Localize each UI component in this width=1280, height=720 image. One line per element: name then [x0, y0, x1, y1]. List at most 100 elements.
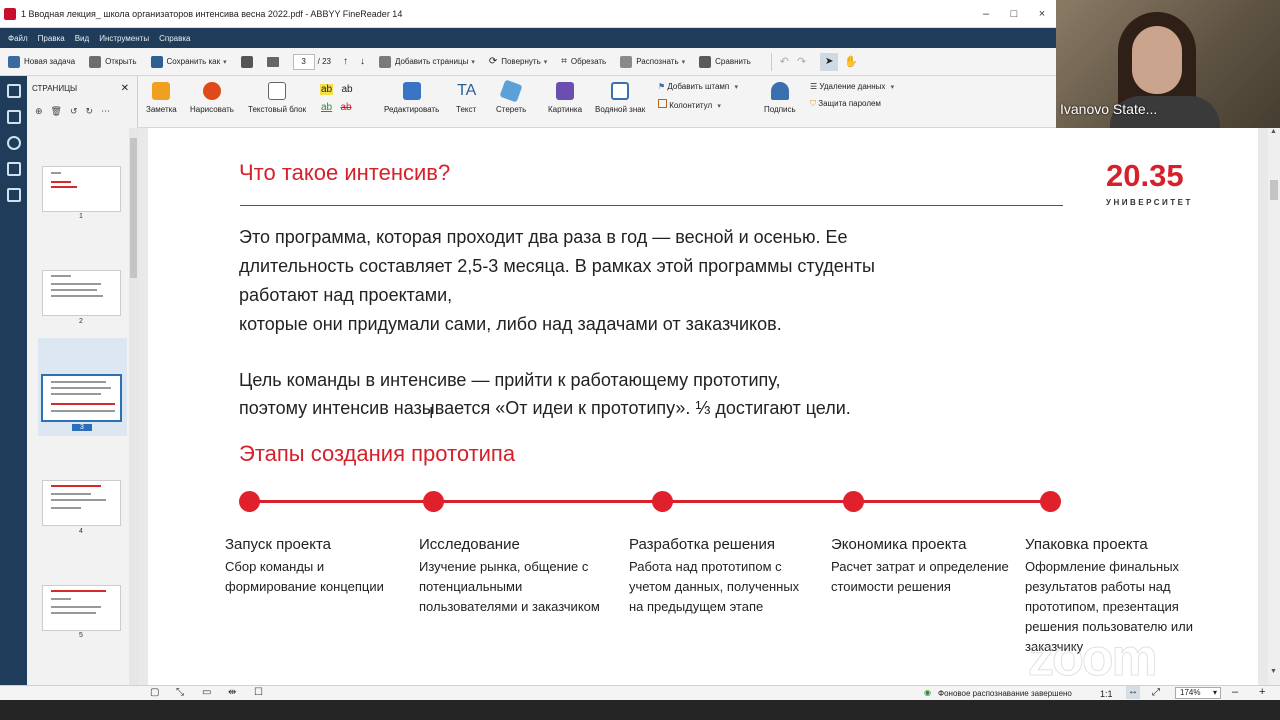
page-navigator: 3 / 23 ↑ ↓	[292, 53, 365, 70]
menu-edit[interactable]: Правка	[38, 34, 65, 43]
page-thumbnail-3[interactable]	[41, 374, 122, 422]
menu-file[interactable]: Файл	[8, 34, 28, 43]
print-icon[interactable]	[240, 55, 253, 68]
stage-description: Изучение рынка, общение с потенциальными…	[419, 559, 600, 614]
search-icon[interactable]	[6, 136, 21, 150]
signatures-icon[interactable]	[6, 188, 21, 202]
folder-icon	[89, 55, 102, 68]
select-pointer-icon[interactable]: ➤	[820, 52, 839, 71]
participant-video[interactable]: Ivanovo State...	[1056, 0, 1280, 128]
slide-title: Что такое интенсив?	[239, 160, 451, 185]
highlight-tools[interactable]: ab ab ab ab	[320, 81, 353, 117]
page-view-icon[interactable]: ▢	[150, 687, 159, 698]
continuous-icon[interactable]: ⇹	[228, 687, 236, 698]
ocr-status: Фоновое распознавание завершено	[938, 689, 1072, 698]
chevron-down-icon[interactable]: ▾	[544, 58, 548, 66]
menu-view[interactable]: Вид	[75, 34, 89, 43]
recognize-icon	[620, 55, 633, 68]
signature-tool[interactable]: Подпись	[764, 82, 796, 114]
scroll-up-icon[interactable]: ▲	[1270, 128, 1277, 135]
redo-icon[interactable]: ↷	[797, 55, 806, 68]
new-task-button[interactable]: Новая задача	[8, 55, 75, 68]
header-footer-button[interactable]: Колонтитул ▾	[658, 99, 738, 110]
signature-icon	[770, 82, 789, 100]
goal-line: Цель команды в интенсиве — прийти к рабо…	[239, 370, 781, 390]
menu-tools[interactable]: Инструменты	[99, 34, 149, 43]
page-thumbnail-2[interactable]	[42, 270, 121, 316]
scrollbar-thumb[interactable]	[130, 138, 137, 278]
page-thumbnail-1[interactable]	[42, 166, 121, 212]
email-icon[interactable]	[266, 56, 279, 67]
pages-panel-icon[interactable]	[6, 84, 21, 98]
more-options-icon[interactable]: ⋯	[101, 106, 110, 117]
rotate-right-icon[interactable]: ↻	[86, 106, 94, 117]
add-pages-button[interactable]: Добавить страницы ▾	[378, 55, 475, 68]
rotate-button[interactable]: ⟳ Повернуть ▾	[489, 56, 547, 67]
text-block-tool[interactable]: Текстовый блок	[248, 82, 306, 114]
fit-page-icon[interactable]: ⤡	[176, 687, 184, 698]
erase-tool[interactable]: Стереть	[496, 79, 526, 114]
page-number-input[interactable]: 3	[292, 53, 315, 70]
document-scrollbar[interactable]: ▲ ▼	[1268, 128, 1280, 685]
recognize-button[interactable]: Распознать ▾	[620, 55, 686, 68]
edit-tool[interactable]: Редактировать	[384, 82, 439, 114]
picture-tool[interactable]: Картинка	[548, 82, 582, 114]
open-button[interactable]: Открыть	[89, 55, 137, 68]
timeline-dot	[1040, 491, 1061, 512]
two-pages-icon[interactable]: ▭	[202, 687, 211, 698]
draw-tool[interactable]: Нарисовать	[190, 82, 234, 114]
chevron-down-icon[interactable]: ▾	[471, 58, 475, 66]
actual-size-button[interactable]: 1:1	[1100, 689, 1113, 699]
pages-panel-scrollbar[interactable]	[129, 128, 138, 685]
crop-button[interactable]: ⌗ Обрезать	[561, 56, 606, 67]
bookmarks-icon[interactable]	[6, 110, 21, 124]
zoom-select[interactable]: 174% ▾	[1175, 687, 1221, 699]
underline-text-icon[interactable]: ab ab	[320, 99, 353, 117]
participant-name: Ivanovo State...	[1060, 101, 1158, 117]
picture-icon	[556, 82, 575, 100]
highlight-text-icon[interactable]: ab ab	[320, 81, 353, 99]
arrow-up-icon[interactable]: ↑	[343, 56, 348, 67]
check-circle-icon: ◉	[924, 688, 931, 697]
chevron-down-icon[interactable]: ▾	[682, 58, 686, 66]
menu-bar: Файл Правка Вид Инструменты Справка	[0, 28, 1056, 48]
hand-tool-icon[interactable]: ✋	[844, 55, 858, 68]
password-protect-button[interactable]: ⛉ Защита паролем	[810, 99, 894, 109]
remove-data-button[interactable]: ☰ Удаление данных ▾	[810, 82, 894, 91]
page-thumbnail-5[interactable]	[42, 585, 121, 631]
zoom-in-button[interactable]: +	[1259, 686, 1265, 698]
menu-help[interactable]: Справка	[159, 34, 190, 43]
maximize-button[interactable]: □	[1000, 8, 1028, 20]
comment-icon[interactable]: ☐	[254, 687, 263, 698]
note-tool[interactable]: Заметка	[146, 82, 177, 114]
scroll-down-icon[interactable]: ▼	[1270, 668, 1277, 675]
undo-icon[interactable]: ↶	[780, 55, 789, 68]
chevron-down-icon[interactable]: ▾	[223, 58, 227, 66]
attachments-icon[interactable]	[6, 162, 21, 176]
zoom-out-button[interactable]: –	[1232, 686, 1238, 698]
rotate-left-icon[interactable]: ↺	[70, 106, 78, 117]
minimize-button[interactable]: –	[972, 8, 1000, 20]
document-view[interactable]: Что такое интенсив? 20.35 УНИВЕРСИТЕТ Эт…	[138, 128, 1268, 685]
add-stamp-button[interactable]: ⚑ Добавить штамп ▾	[658, 82, 738, 91]
stage-title: Упаковка проекта	[1025, 536, 1148, 553]
timeline-dot	[652, 491, 673, 512]
text-tool[interactable]: TA Текст	[456, 82, 476, 114]
save-as-button[interactable]: Сохранить как ▾	[150, 55, 227, 68]
compare-button[interactable]: Сравнить	[699, 55, 751, 68]
arrow-down-icon[interactable]: ↓	[360, 56, 365, 67]
pages-panel-header: СТРАНИЦЫ ✕	[27, 76, 137, 100]
close-icon[interactable]: ✕	[121, 83, 129, 94]
close-window-button[interactable]: ×	[1028, 8, 1056, 20]
stage-title: Разработка решения	[629, 536, 775, 553]
add-page-icon[interactable]: ⊕	[35, 106, 43, 117]
page-thumbnail-4[interactable]	[42, 480, 121, 526]
draw-icon	[202, 82, 221, 100]
stage-title: Экономика проекта	[831, 536, 967, 553]
stage-description: Работа над прототипом с учетом данных, п…	[629, 559, 800, 614]
watermark-tool[interactable]: Водяной знак	[595, 82, 645, 114]
scrollbar-thumb[interactable]	[1270, 180, 1278, 200]
timeline-dot	[239, 491, 260, 512]
delete-page-icon[interactable]: 🗑	[51, 106, 62, 117]
fit-window-icon[interactable]: ⤢	[1152, 687, 1160, 698]
